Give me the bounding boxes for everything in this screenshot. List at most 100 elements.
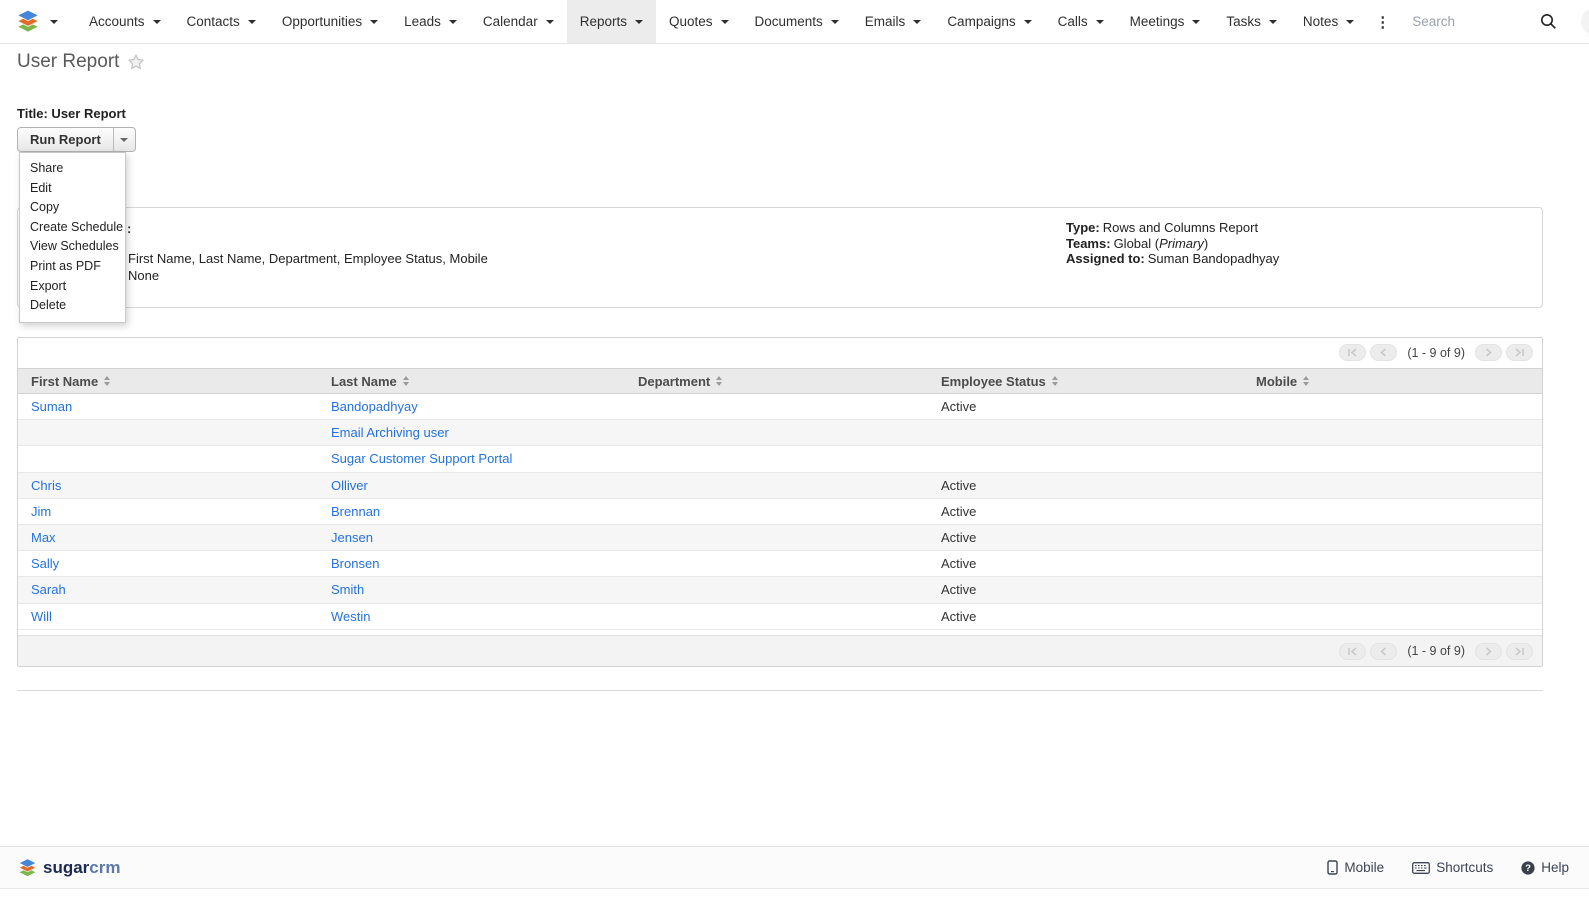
first-page-button[interactable] [1339,643,1366,660]
nav-item-label: Quotes [669,14,713,29]
app-logo-menu[interactable] [0,0,76,43]
notification-badge[interactable]: 0 [1581,8,1589,35]
nav-item-reports[interactable]: Reports [567,0,656,43]
column-header-employee-status[interactable]: Employee Status [928,374,1243,389]
menu-item-delete[interactable]: Delete [20,296,125,316]
last-name-link[interactable]: Olliver [331,478,368,493]
nav-item-calendar[interactable]: Calendar [470,0,567,43]
assigned-to-value: Suman Bandopadhyay [1148,251,1280,266]
last-name-link[interactable]: Email Archiving user [331,425,449,440]
run-report-dropdown-toggle[interactable] [113,128,135,151]
table-row: SarahSmithActive [18,577,1542,603]
last-name-link[interactable]: Smith [331,582,364,597]
menu-item-copy[interactable]: Copy [20,198,125,218]
last-name-link[interactable]: Westin [331,609,371,624]
last-name-link[interactable]: Bronsen [331,556,379,571]
nav-item-label: Notes [1303,14,1338,29]
menu-item-create-schedule[interactable]: Create Schedule [20,218,125,238]
cell-last-name: Jensen [318,530,625,545]
cell-first-name: Suman [18,399,318,414]
menu-item-share[interactable]: Share [20,159,125,179]
favorite-star-icon[interactable] [127,53,145,71]
last-name-link[interactable]: Jensen [331,530,373,545]
cell-last-name: Olliver [318,478,625,493]
nav-overflow-kebab-icon[interactable]: ⋮ [1367,0,1398,43]
nav-item-accounts[interactable]: Accounts [76,0,174,43]
first-name-link[interactable]: Sarah [31,582,66,597]
menu-item-print-as-pdf[interactable]: Print as PDF [20,257,125,277]
nav-item-documents[interactable]: Documents [742,0,852,43]
footer-help-link[interactable]: ? Help [1521,860,1569,875]
sugarcrm-cube-icon [17,858,38,878]
top-navigation: AccountsContactsOpportunities Leads Calend… [0,0,1589,44]
last-page-button[interactable] [1506,344,1533,361]
first-name-link[interactable]: Will [31,609,52,624]
nav-right-group: 0 + [1398,0,1589,43]
cell-first-name: Jim [18,504,318,519]
chevron-down-icon [1096,20,1104,24]
content-divider [17,690,1543,691]
menu-item-view-schedules[interactable]: View Schedules [20,237,125,257]
search-icon[interactable] [1540,13,1557,30]
nav-item-tasks[interactable]: Tasks [1213,0,1290,43]
table-row: JimBrennanActive [18,499,1542,525]
teams-primary: Primary [1159,236,1204,251]
menu-item-edit[interactable]: Edit [20,179,125,199]
nav-item-leads[interactable]: Leads [391,0,470,43]
nav-item-label: Calendar [483,14,538,29]
next-page-button[interactable] [1475,344,1502,361]
cell-last-name: Email Archiving user [318,425,625,440]
table-row: SallyBronsenActive [18,551,1542,577]
table-row: Email Archiving user [18,420,1542,446]
last-name-link[interactable]: Sugar Customer Support Portal [331,451,512,466]
teams-value: Global ( [1114,236,1160,251]
first-name-link[interactable]: Sally [31,556,59,571]
nav-item-label: Meetings [1130,14,1185,29]
last-page-button[interactable] [1506,643,1533,660]
cell-last-name: Smith [318,582,625,597]
search-input[interactable] [1412,14,1530,29]
nav-item-meetings[interactable]: Meetings [1117,0,1214,43]
type-label: Type: [1066,220,1100,235]
cell-last-name: Westin [318,609,625,624]
cell-last-name: Sugar Customer Support Portal [318,451,625,466]
first-name-link[interactable]: Suman [31,399,72,414]
global-search [1398,13,1571,30]
teams-value-close: ) [1204,236,1208,251]
first-name-link[interactable]: Max [31,530,56,545]
first-name-link[interactable]: Chris [31,478,61,493]
footer-shortcuts-link[interactable]: Shortcuts [1412,860,1493,875]
nav-item-opportunities[interactable]: Opportunities [269,0,391,43]
next-page-button[interactable] [1475,643,1502,660]
cell-employee-status: Active [928,609,1243,624]
footer-mobile-label: Mobile [1344,860,1384,875]
nav-item-quotes[interactable]: Quotes [656,0,742,43]
footer-mobile-link[interactable]: Mobile [1327,860,1384,875]
sort-icon [1303,376,1309,386]
menu-item-export[interactable]: Export [20,277,125,297]
nav-item-notes[interactable]: Notes [1290,0,1367,43]
column-header-label: Employee Status [941,374,1046,389]
nav-item-contacts[interactable]: Contacts [174,0,269,43]
sugarcrm-cube-icon [15,9,41,34]
cell-first-name: Max [18,530,318,545]
last-name-link[interactable]: Bandopadhyay [331,399,418,414]
chevron-down-icon [248,20,256,24]
report-results-list: (1 - 9 of 9) First NameLast NameDepartme… [17,337,1543,667]
column-header-department[interactable]: Department [625,374,928,389]
column-header-first-name[interactable]: First Name [18,374,318,389]
nav-item-calls[interactable]: Calls [1045,0,1117,43]
run-report-button[interactable]: Run Report [18,128,113,151]
column-header-mobile[interactable]: Mobile [1243,374,1542,389]
previous-page-button[interactable] [1370,643,1397,660]
nav-item-label: Leads [404,14,441,29]
last-name-link[interactable]: Brennan [331,504,380,519]
column-header-last-name[interactable]: Last Name [318,374,625,389]
nav-item-emails[interactable]: Emails [852,0,935,43]
previous-page-button[interactable] [1370,344,1397,361]
first-name-link[interactable]: Jim [31,504,51,519]
display-columns-value: First Name, Last Name, Department, Emplo… [128,251,488,266]
nav-item-campaigns[interactable]: Campaigns [934,0,1044,43]
first-page-button[interactable] [1339,344,1366,361]
report-title-line: Title: User Report [17,106,126,121]
